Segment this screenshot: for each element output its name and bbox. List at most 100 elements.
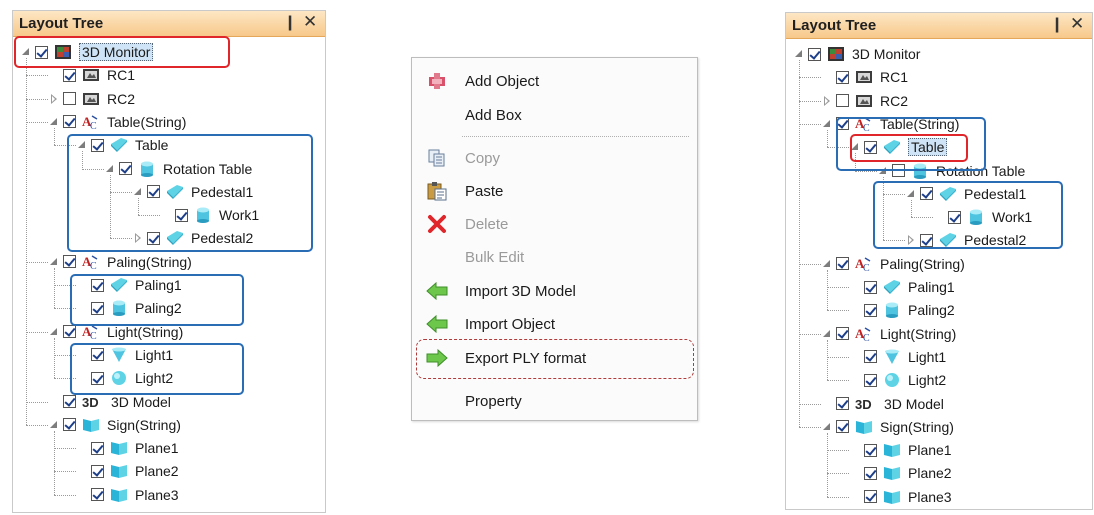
import-arrow-icon (426, 280, 448, 302)
collapse-arrow-icon[interactable] (822, 119, 832, 129)
tree-item-light1[interactable]: Light1 (850, 346, 946, 368)
tree-item-plane1[interactable]: Plane1 (77, 437, 179, 459)
tree-item-paling-string[interactable]: Paling(String) (822, 253, 965, 275)
visibility-checkbox[interactable] (836, 397, 849, 410)
tree-item-label: Plane1 (908, 442, 952, 459)
plane-icon (110, 487, 128, 503)
menu-item-bulk-edit[interactable]: Bulk Edit (412, 244, 697, 270)
visibility-checkbox[interactable] (91, 441, 104, 455)
tree-item-plane1[interactable]: Plane1 (850, 439, 952, 461)
tree-item-paling-string[interactable]: Paling(String) (49, 251, 192, 273)
collapse-arrow-icon[interactable] (49, 257, 59, 267)
tree-item-sign-string[interactable]: Sign(String) (822, 416, 954, 438)
tree-item-light-string[interactable]: Light(String) (822, 323, 956, 345)
copy-icon (426, 147, 448, 169)
visibility-checkbox[interactable] (864, 443, 877, 457)
expand-arrow-icon[interactable] (822, 95, 832, 106)
tree-guide (827, 380, 849, 382)
tree-item-paling2[interactable]: Paling2 (850, 299, 955, 321)
tree-item-paling1[interactable]: Paling1 (850, 276, 955, 298)
visibility-checkbox[interactable] (63, 418, 76, 432)
cone-icon (883, 349, 901, 365)
visibility-checkbox[interactable] (864, 373, 877, 387)
tree-item-plane3[interactable]: Plane3 (77, 484, 179, 506)
menu-item-add-box[interactable]: Add Box (412, 102, 697, 128)
expand-arrow-icon[interactable] (49, 93, 59, 104)
tree-item-label: Paling2 (908, 302, 955, 319)
tree-item-plane3[interactable]: Plane3 (850, 486, 952, 508)
tree-item-sign-string[interactable]: Sign(String) (49, 414, 181, 436)
visibility-checkbox[interactable] (63, 255, 76, 269)
visibility-checkbox[interactable] (836, 327, 849, 341)
pin-icon[interactable]: ❙ (283, 14, 297, 32)
menu-item-import-3d-model[interactable]: Import 3D Model (412, 278, 697, 304)
visibility-checkbox[interactable] (836, 420, 849, 434)
menu-item-import-object[interactable]: Import Object (412, 311, 697, 337)
tree-item-light2[interactable]: Light2 (850, 369, 946, 391)
collapse-arrow-icon[interactable] (822, 329, 832, 339)
menu-item-label: Copy (465, 149, 501, 167)
visibility-checkbox[interactable] (864, 350, 877, 364)
menu-item-paste[interactable]: Paste (412, 178, 697, 204)
tree-item-plane2[interactable]: Plane2 (77, 460, 179, 482)
highlight-paling-group (70, 274, 244, 326)
close-icon[interactable]: ✕ (303, 13, 317, 31)
pin-icon[interactable]: ❙ (1050, 16, 1064, 34)
visibility-checkbox[interactable] (63, 395, 76, 408)
collapse-arrow-icon[interactable] (822, 259, 832, 269)
visibility-checkbox[interactable] (864, 466, 877, 480)
plane-icon (110, 463, 128, 479)
sphere-icon (883, 372, 901, 388)
tree-item-rc2[interactable]: RC2 (822, 90, 908, 112)
visibility-checkbox[interactable] (836, 70, 849, 84)
tree-guide (827, 496, 849, 498)
layout-tree-panel-left: Layout Tree ❙ ✕ 3D Monitor RC1 RC2 Table(St… (12, 10, 326, 513)
visibility-checkbox[interactable] (836, 257, 849, 271)
plane-icon (883, 442, 901, 458)
visibility-checkbox[interactable] (808, 47, 821, 61)
tree-guide (26, 58, 27, 425)
tree-guide (827, 129, 828, 148)
panel-title: Layout Tree (792, 17, 877, 34)
menu-item-copy[interactable]: Copy (412, 145, 697, 171)
visibility-checkbox[interactable] (864, 303, 877, 317)
tree-guide (54, 448, 76, 450)
visibility-checkbox[interactable] (91, 464, 104, 478)
tree-guide (26, 331, 48, 333)
visibility-checkbox[interactable] (63, 92, 76, 106)
paste-icon (426, 180, 448, 202)
tree-item-label: 3D Model (884, 395, 944, 412)
add-object-icon (426, 70, 448, 92)
camera-icon (82, 67, 100, 83)
visibility-checkbox[interactable] (91, 488, 104, 502)
tree-item-rc1[interactable]: RC1 (822, 66, 908, 88)
tree-item-label: Sign(String) (107, 416, 181, 433)
visibility-checkbox[interactable] (63, 115, 76, 129)
collapse-arrow-icon[interactable] (822, 422, 832, 432)
collapse-arrow-icon[interactable] (49, 420, 59, 430)
menu-item-delete[interactable]: Delete (412, 211, 697, 237)
menu-item-property[interactable]: Property (412, 388, 697, 414)
visibility-checkbox[interactable] (836, 94, 849, 108)
collapse-arrow-icon[interactable] (49, 117, 59, 127)
visibility-checkbox[interactable] (63, 68, 76, 82)
collapse-arrow-icon[interactable] (49, 327, 59, 337)
plane-icon (883, 465, 901, 481)
tree-item-3d-model[interactable]: 3D Model (822, 393, 944, 415)
tree-item-rc2[interactable]: RC2 (49, 88, 135, 110)
menu-item-add-object[interactable]: Add Object (412, 68, 697, 94)
visibility-checkbox[interactable] (63, 325, 76, 339)
tree-item-table-string[interactable]: Table(String) (49, 111, 186, 133)
close-icon[interactable]: ✕ (1070, 15, 1084, 33)
collapse-arrow-icon[interactable] (794, 49, 804, 59)
highlight-pedestal-group (873, 181, 1063, 249)
tree-guide (827, 310, 849, 312)
3d-text-icon (82, 394, 104, 410)
visibility-checkbox[interactable] (864, 280, 877, 294)
tree-item-plane2[interactable]: Plane2 (850, 462, 952, 484)
tree-item-3d-monitor[interactable]: 3D Monitor (794, 43, 920, 65)
visibility-checkbox[interactable] (864, 490, 877, 504)
